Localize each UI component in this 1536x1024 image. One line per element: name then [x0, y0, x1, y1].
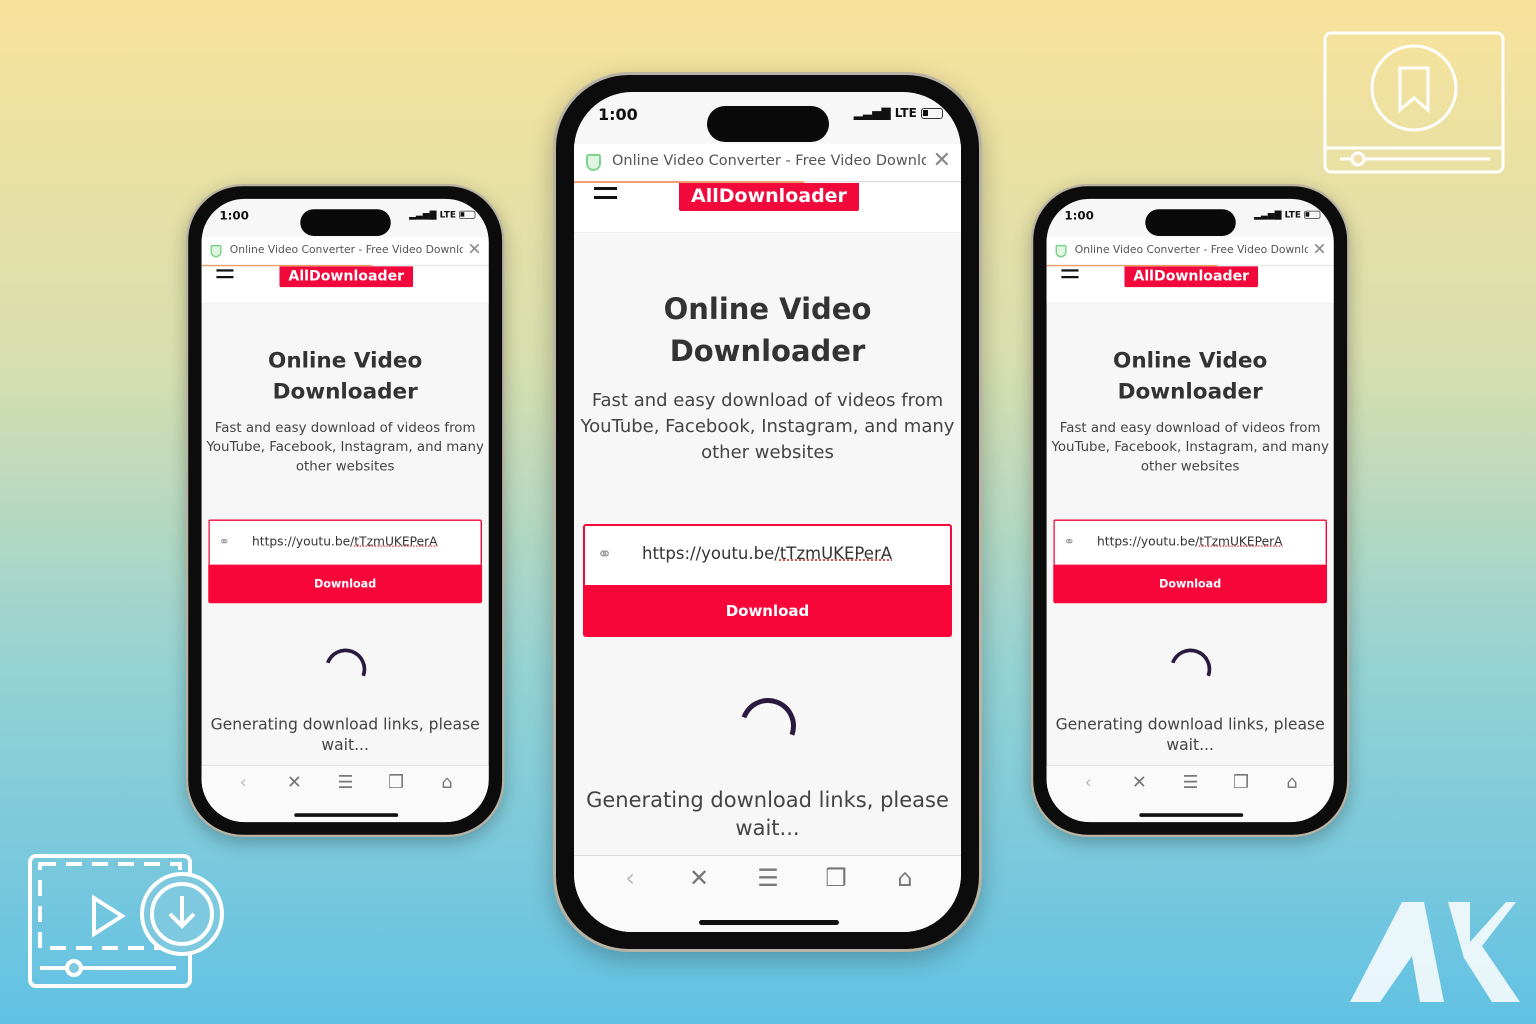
tab-title[interactable]: Online Video Converter - Free Video Down… — [612, 153, 926, 169]
browser-tab-bar: Online Video Converter - Free Video Down… — [1046, 237, 1334, 266]
link-icon: ⚭ — [597, 544, 613, 565]
home-icon[interactable]: ⌂ — [1277, 772, 1307, 793]
video-download-icon — [28, 854, 224, 988]
phone-left: 1:00 ▂▃▅▇ LTE Online Video Converter - F… — [186, 184, 505, 837]
url-value: https://youtu.be/tTzmUKEPerA — [642, 544, 893, 563]
status-indicators: ▂▃▅▇ LTE — [1254, 209, 1321, 220]
link-icon: ⚭ — [218, 534, 230, 550]
close-icon[interactable]: ✕ — [468, 240, 482, 259]
url-input[interactable]: ⚭ https://youtu.be/tTzmUKEPerA — [583, 524, 952, 585]
tab-title[interactable]: Online Video Converter - Free Video Down… — [1075, 244, 1308, 256]
status-message: Generating download links, please wait..… — [1055, 715, 1325, 754]
page-title: Online Video Downloader — [268, 347, 423, 404]
hamburger-icon[interactable] — [1061, 269, 1079, 282]
download-button[interactable]: Download — [208, 564, 483, 604]
url-input[interactable]: ⚭ https://youtu.be/tTzmUKEPerA — [208, 519, 483, 565]
signal-icon: ▂▃▅▇ — [1254, 209, 1282, 220]
download-button[interactable]: Download — [1053, 564, 1328, 604]
url-value: https://youtu.be/tTzmUKEPerA — [1097, 534, 1283, 549]
site-logo[interactable]: AllDownloader — [679, 183, 859, 211]
status-indicators: ▂▃▅▇ LTE — [409, 209, 476, 220]
site-logo[interactable]: AllDownloader — [279, 266, 414, 288]
browser-tab-bar: Online Video Converter - Free Video Down… — [574, 144, 961, 182]
status-time: 1:00 — [219, 208, 249, 223]
site-logo[interactable]: AllDownloader — [1124, 266, 1259, 288]
phone-screen: 1:00 ▂▃▅▇ LTE Online Video Converter - F… — [1046, 198, 1334, 823]
battery-icon — [921, 108, 943, 119]
status-message: Generating download links, please wait..… — [210, 715, 480, 754]
home-indicator — [699, 920, 839, 925]
back-icon[interactable]: ‹ — [1073, 772, 1103, 793]
menu-icon[interactable]: ☰ — [1176, 772, 1206, 793]
loading-spinner — [1162, 641, 1219, 697]
signal-icon: ▂▃▅▇ — [409, 209, 437, 220]
back-icon[interactable]: ‹ — [228, 772, 258, 793]
page-description: Fast and easy download of videos from Yo… — [1051, 419, 1329, 475]
dynamic-island — [300, 209, 391, 236]
battery-icon — [459, 210, 476, 219]
site-header: AllDownloader — [1046, 266, 1334, 304]
home-icon[interactable]: ⌂ — [885, 864, 925, 892]
site-header: AllDownloader — [201, 266, 489, 304]
home-indicator — [294, 813, 399, 817]
loading-spinner — [317, 641, 374, 697]
tabs-icon[interactable]: ❒ — [1226, 772, 1256, 793]
url-input[interactable]: ⚭ https://youtu.be/tTzmUKEPerA — [1053, 519, 1328, 565]
status-time: 1:00 — [598, 105, 638, 124]
download-button[interactable]: Download — [583, 585, 952, 637]
shield-icon — [1055, 244, 1067, 258]
shield-icon — [210, 244, 222, 258]
status-message: Generating download links, please wait..… — [586, 788, 949, 840]
hamburger-icon[interactable] — [594, 187, 617, 205]
video-bookmark-icon — [1323, 31, 1505, 174]
dynamic-island — [707, 106, 829, 142]
phone-screen: 1:00 ▂▃▅▇ LTE Online Video Converter - F… — [574, 92, 961, 932]
tabs-icon[interactable]: ❒ — [381, 772, 411, 793]
phone-right: 1:00 ▂▃▅▇ LTE Online Video Converter - F… — [1031, 184, 1350, 837]
battery-icon — [1304, 210, 1321, 219]
page-title: Online Video Downloader — [1113, 347, 1268, 404]
phone-screen: 1:00 ▂▃▅▇ LTE Online Video Converter - F… — [201, 198, 489, 823]
page-title: Online Video Downloader — [663, 292, 872, 368]
signal-icon: ▂▃▅▇ — [853, 106, 891, 120]
status-time: 1:00 — [1064, 208, 1094, 223]
page-description: Fast and easy download of videos from Yo… — [206, 419, 484, 475]
hamburger-icon[interactable] — [216, 269, 234, 282]
url-value: https://youtu.be/tTzmUKEPerA — [252, 534, 438, 549]
tab-title[interactable]: Online Video Converter - Free Video Down… — [230, 244, 463, 256]
status-indicators: ▂▃▅▇ LTE — [854, 106, 943, 120]
phone-center: 1:00 ▂▃▅▇ LTE Online Video Converter - F… — [553, 72, 982, 952]
menu-icon[interactable]: ☰ — [331, 772, 361, 793]
page-description: Fast and easy download of videos from Yo… — [580, 390, 955, 463]
close-icon[interactable]: ✕ — [933, 148, 951, 173]
close-icon[interactable]: ✕ — [679, 864, 719, 892]
close-icon[interactable]: ✕ — [279, 772, 309, 793]
tabs-icon[interactable]: ❒ — [816, 864, 856, 892]
site-header: AllDownloader — [574, 183, 961, 233]
close-icon[interactable]: ✕ — [1313, 240, 1327, 259]
dynamic-island — [1145, 209, 1236, 236]
back-icon[interactable]: ‹ — [610, 864, 650, 892]
link-icon: ⚭ — [1063, 534, 1075, 550]
network-label: LTE — [1284, 209, 1301, 220]
menu-icon[interactable]: ☰ — [748, 864, 788, 892]
loading-spinner — [730, 688, 806, 764]
home-icon[interactable]: ⌂ — [432, 772, 462, 793]
close-icon[interactable]: ✕ — [1124, 772, 1154, 793]
brand-logo — [1350, 890, 1520, 1005]
network-label: LTE — [439, 209, 456, 220]
home-indicator — [1139, 813, 1244, 817]
browser-tab-bar: Online Video Converter - Free Video Down… — [201, 237, 489, 266]
network-label: LTE — [894, 106, 917, 120]
shield-icon — [586, 154, 601, 171]
